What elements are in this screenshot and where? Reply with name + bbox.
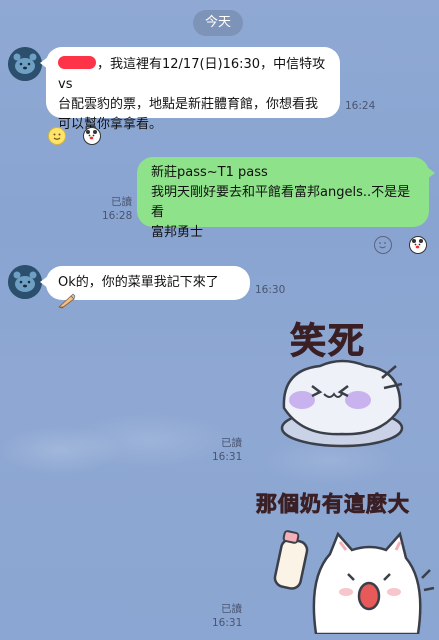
sticker-character-icon — [280, 359, 404, 448]
read-receipt: 已讀 — [111, 196, 132, 208]
message-time: 16:24 — [345, 100, 376, 112]
smile-reaction-icon[interactable] — [374, 236, 392, 254]
message-time: 16:31 — [212, 617, 243, 629]
message-time: 16:30 — [255, 284, 286, 296]
read-receipt: 已讀 — [221, 437, 242, 449]
message-time: 16:31 — [212, 451, 243, 463]
bear-avatar-icon — [8, 265, 42, 299]
redacted-name — [58, 56, 96, 69]
contact-avatar[interactable] — [8, 47, 42, 81]
sticker-laughing[interactable]: 笑死 — [262, 308, 422, 468]
message-line: 新莊pass~T1 pass — [151, 165, 268, 180]
contact-avatar[interactable] — [8, 265, 42, 299]
sticker-character-icon — [273, 530, 435, 634]
sticker-cat-milk[interactable]: 那個奶有這麼大 — [250, 482, 436, 634]
bear-avatar-icon — [8, 47, 42, 81]
message-line: 台配雲豹的票，地點是新莊體育館，你想看我 — [58, 97, 319, 112]
bear-reaction-icon[interactable] — [409, 236, 427, 254]
message-text: Ok的，你的菜單我記下來了 — [58, 275, 219, 290]
message-line: ，我這裡有12/17(日)16:30，中信特攻vs — [58, 56, 326, 92]
smile-reaction-icon[interactable] — [48, 127, 66, 145]
message-bubble-outgoing[interactable]: 新莊pass~T1 pass 我明天剛好要去和平館看富邦angels..不是是看… — [137, 157, 435, 240]
message-bubble-incoming[interactable]: ，我這裡有12/17(日)16:30，中信特攻vs 台配雲豹的票，地點是新莊體育… — [40, 47, 340, 132]
message-line: 我明天剛好要去和平館看富邦angels..不是是看 — [151, 185, 411, 220]
writing-hand-icon — [58, 293, 76, 316]
message-time: 16:28 — [102, 210, 133, 222]
bear-reaction-icon[interactable] — [83, 127, 101, 145]
read-receipt: 已讀 — [221, 603, 242, 615]
message-bubble-incoming[interactable]: Ok的，你的菜單我記下來了 — [40, 266, 250, 309]
date-separator: 今天 — [193, 10, 243, 36]
